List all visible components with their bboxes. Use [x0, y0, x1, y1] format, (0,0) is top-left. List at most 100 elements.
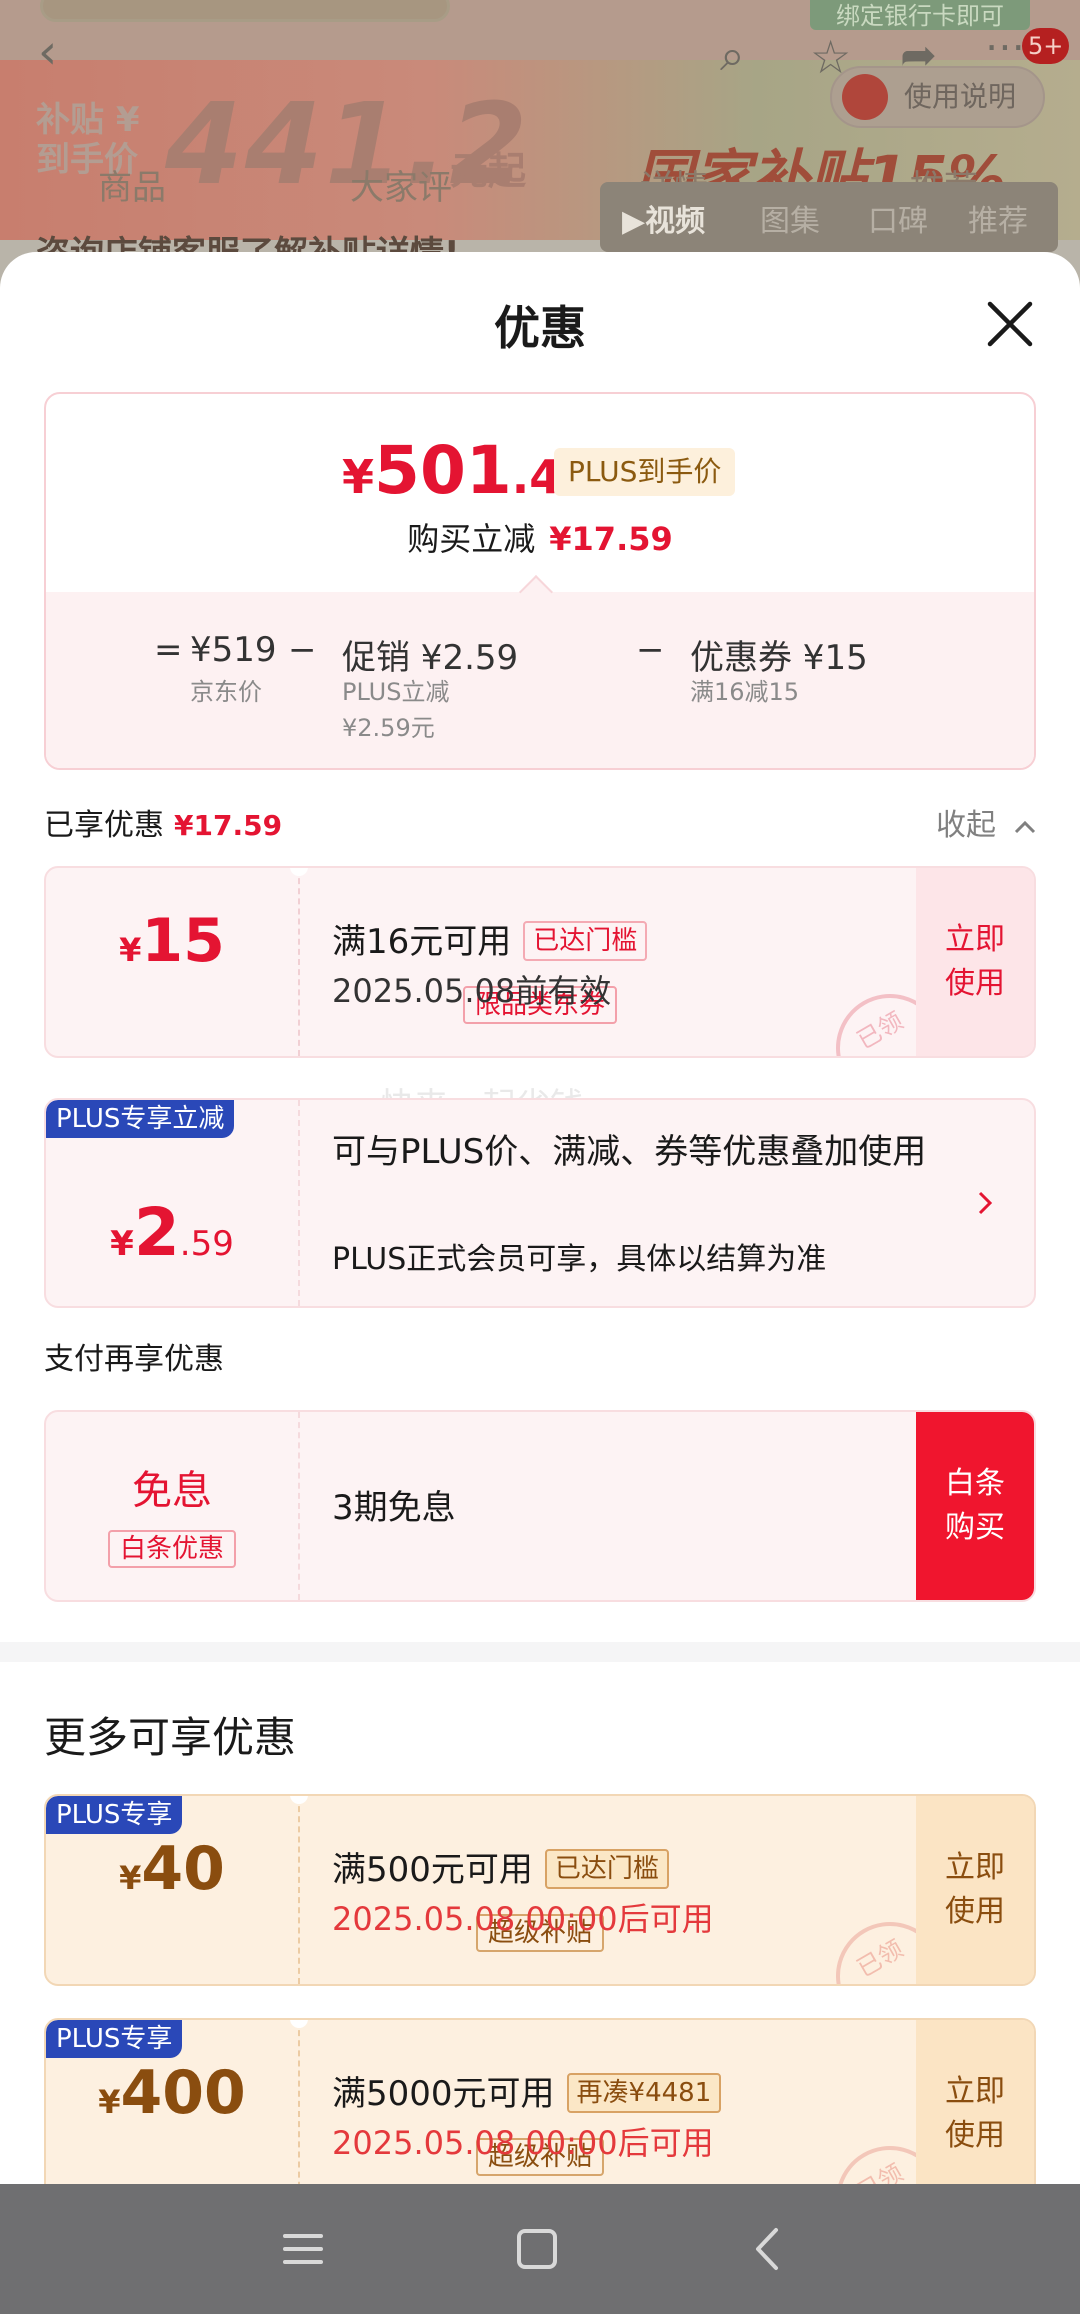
coupon-notch	[290, 868, 308, 876]
price-summary-card: ¥501.41 PLUS到手价 购买立减 ¥17.59 = ¥519 京东价 − …	[44, 392, 1036, 770]
promo-sub-1: PLUS立减	[342, 678, 450, 706]
media-tab-reputation: 口碑	[868, 204, 928, 239]
search-icon: ⌕	[720, 30, 745, 81]
coupon-amount: 优惠券 ¥15	[690, 638, 868, 678]
coupon-currency: ¥	[119, 1859, 142, 1897]
coupon-card-jd[interactable]: ¥15 限品类东券 满16元可用 已达门槛 2025.05.08前有效 已领 立即…	[44, 866, 1036, 1058]
coupon-card-subsidy-400[interactable]: PLUS专享 ¥400 超级补贴 满5000元可用 再凑¥4481 2025.05…	[44, 2018, 1036, 2184]
back-icon[interactable]	[734, 2214, 804, 2284]
notification-badge: 5+	[1022, 28, 1070, 64]
coupon-amount: ¥400	[46, 2058, 298, 2128]
equals-sign: =	[154, 630, 183, 670]
coupon-condition-text: 满500元可用	[332, 1850, 533, 1890]
sheet-title: 优惠	[494, 301, 586, 355]
baitiao-buy-button[interactable]: 白条 购买	[916, 1412, 1034, 1600]
add-more-tag: 再凑¥4481	[566, 2073, 722, 2113]
coupon-condition-text: 满5000元可用	[332, 2074, 555, 2114]
plus-exclusive-tag: PLUS专享	[46, 1796, 183, 1834]
home-icon[interactable]	[502, 2214, 572, 2284]
collapse-label: 收起	[936, 808, 996, 843]
use-now-line1: 立即	[945, 2074, 1005, 2109]
menu-icon[interactable]	[268, 2214, 338, 2284]
coupon-amount: ¥40	[46, 1834, 298, 1904]
plus-description: 可与PLUS价、满减、券等优惠叠加使用	[332, 1132, 927, 1172]
plus-exclusive-tag: PLUS专享立减	[46, 1100, 235, 1138]
enjoyed-discount: 已享优惠 ¥17.59	[44, 800, 282, 844]
enjoyed-value: ¥17.59	[174, 809, 283, 842]
coupon-notch	[290, 1796, 308, 1804]
plus-note: PLUS正式会员可享，具体以结算为准	[332, 1242, 827, 1277]
coupon-validity: 2025.05.08 00:00后可用	[332, 1900, 714, 1938]
coupon-condition: 满5000元可用 再凑¥4481	[332, 2066, 722, 2115]
baitiao-chip: 白条优惠	[107, 1530, 237, 1568]
threshold-reached-tag: 已达门槛	[523, 921, 648, 961]
section-divider	[0, 1642, 1080, 1662]
coupon-separator	[298, 868, 300, 1056]
back-arrow-icon: ‹	[38, 24, 58, 80]
use-now-line2: 使用	[945, 966, 1005, 1001]
coupon-card-subsidy-40[interactable]: PLUS专享 ¥40 超级补贴 满500元可用 已达门槛 2025.05.08 0…	[44, 1794, 1036, 1986]
coupon-separator	[298, 1796, 300, 1984]
background-chip	[40, 0, 450, 22]
media-tab-recommend: 推荐	[968, 204, 1028, 239]
coupon-separator	[298, 2020, 300, 2184]
media-tabs: ▶视频 图集 口碑 推荐	[600, 182, 1058, 252]
coupon-currency: ¥	[98, 2083, 121, 2121]
collapse-button[interactable]: 收起	[936, 800, 1038, 844]
final-price-integer: 501	[374, 432, 512, 509]
coupon-value: 40	[141, 1834, 225, 1904]
promo-sub-2: ¥2.59元	[342, 714, 435, 742]
purchase-discount: 购买立减 ¥17.59	[46, 514, 1034, 560]
coupon-notch	[290, 2020, 308, 2028]
enjoyed-label: 已享优惠	[44, 808, 164, 843]
purchase-discount-label: 购买立减	[407, 520, 536, 558]
jd-price-label: 京东价	[190, 678, 262, 706]
plus-price-tag: PLUS到手价	[554, 448, 736, 496]
use-now-line1: 立即	[945, 922, 1005, 957]
use-guide-button: 使用说明	[830, 66, 1045, 128]
coupon-amount: ¥15	[46, 906, 298, 976]
interest-free-label: 免息	[132, 1468, 212, 1514]
coupon-sub: 满16减15	[690, 678, 800, 706]
tab-reviews: 大家评	[350, 168, 452, 208]
media-tab-video: ▶视频	[622, 204, 706, 239]
plus-currency: ¥	[110, 1224, 134, 1264]
use-now-line2: 使用	[945, 1894, 1005, 1929]
use-now-line1: 立即	[945, 1850, 1005, 1885]
plus-amount-decimal: .59	[179, 1224, 234, 1264]
baitiao-buy-line1: 白条	[945, 1466, 1005, 1501]
system-navigation-bar	[0, 2184, 1080, 2314]
plus-amount-integer: 2	[133, 1194, 180, 1271]
use-now-button[interactable]: 立即 使用	[916, 868, 1034, 1056]
coupon-condition: 满500元可用 已达门槛	[332, 1842, 669, 1891]
coupon-validity: 2025.05.08 00:00后可用	[332, 2124, 714, 2162]
use-guide-label: 使用说明	[904, 80, 1017, 113]
discount-sheet: 优惠 ¥501.41 PLUS到手价 购买立减 ¥17.59 = ¥519 京东价…	[0, 252, 1080, 2184]
baitiao-buy-line2: 购买	[945, 1510, 1005, 1545]
plus-exclusive-tag: PLUS专享	[46, 2020, 183, 2058]
minus-sign-1: −	[288, 630, 317, 670]
more-icon: ⋯	[985, 24, 1025, 70]
plus-discount-card[interactable]: PLUS专享立减 ¥2.59 可与PLUS价、满减、券等优惠叠加使用 PLUS正…	[44, 1098, 1036, 1308]
baitiao-card[interactable]: 免息 白条优惠 3期免息 白条购买	[44, 1410, 1036, 1602]
purchase-discount-value: ¥17.59	[549, 520, 673, 558]
use-now-line2: 使用	[945, 2118, 1005, 2153]
chevron-right-icon	[978, 1191, 993, 1215]
plus-card-separator	[298, 1100, 300, 1306]
media-tab-gallery: 图集	[760, 204, 820, 239]
coupon-validity: 2025.05.08前有效	[332, 972, 612, 1010]
subsidy-label-line1: 补贴 ¥	[36, 100, 140, 140]
tab-goods: 商品	[98, 168, 166, 208]
installment-text: 3期免息	[332, 1488, 456, 1528]
coupon-value: 15	[141, 906, 225, 976]
close-icon[interactable]	[980, 294, 1040, 354]
coupon-value: 400	[120, 2058, 246, 2128]
pay-card-separator	[298, 1412, 300, 1600]
more-discounts-title: 更多可享优惠	[44, 1713, 297, 1762]
jd-price: ¥519	[190, 630, 277, 670]
use-now-button[interactable]: 立即 使用	[916, 1796, 1034, 1984]
use-now-button[interactable]: 立即 使用	[916, 2020, 1034, 2184]
threshold-reached-tag: 已达门槛	[544, 1849, 669, 1889]
coupon-currency: ¥	[119, 931, 142, 969]
final-price-currency: ¥	[342, 450, 375, 504]
